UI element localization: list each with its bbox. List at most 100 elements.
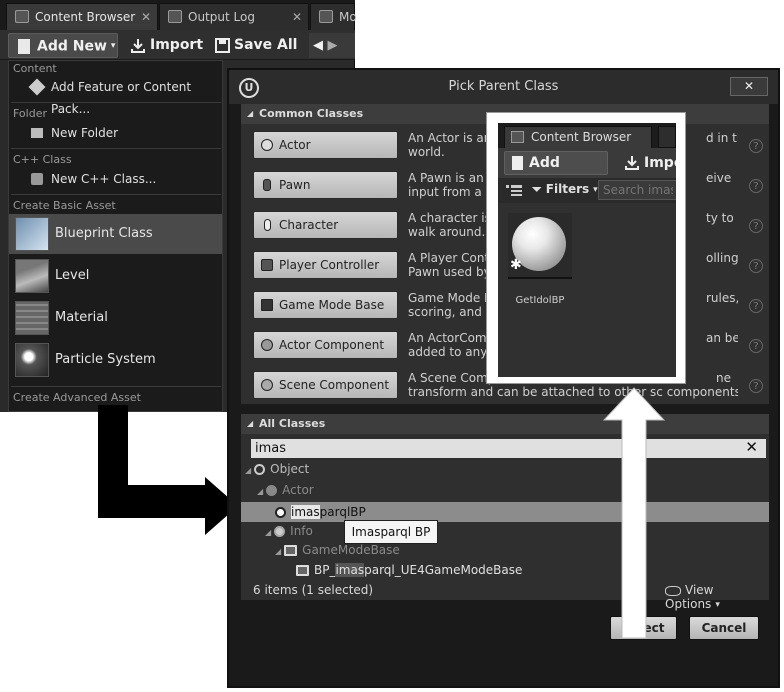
class-label: Game Mode Base [279, 298, 385, 312]
cancel-button[interactable]: Cancel [689, 616, 759, 640]
section-advanced-asset: Create Advanced Asset [13, 391, 141, 404]
content-browser-icon [511, 131, 524, 143]
funnel-icon: ⏷ [532, 182, 542, 196]
inset-tab-bar: Content Browser [498, 123, 676, 148]
menu-label: Blueprint Class [55, 226, 153, 241]
add-feature-item[interactable]: Add Feature or Content Pack... [9, 76, 222, 116]
desc-tail: eive [706, 171, 732, 185]
import-button[interactable]: Import [128, 33, 208, 58]
tab-bar: Content Browser ✕ Output Log ✕ Mo [0, 0, 357, 30]
import-label: Impor [644, 155, 676, 171]
asset-name: GetIdolBP [515, 295, 565, 306]
section-folder: Folder [13, 107, 47, 120]
help-icon[interactable]: ? [749, 259, 763, 273]
help-icon[interactable]: ? [749, 299, 763, 313]
tree-node-info[interactable]: ◢ Info [265, 521, 313, 541]
desc-tail: olling a [706, 251, 738, 265]
divider [11, 194, 221, 195]
output-log-icon[interactable] [658, 126, 676, 148]
level-item[interactable]: Level [9, 256, 222, 296]
new-cpp-class-item[interactable]: New C++ Class... [9, 168, 222, 190]
particle-system-item[interactable]: Particle System [9, 340, 222, 380]
divider [11, 102, 221, 103]
help-icon[interactable]: ? [749, 379, 763, 393]
scene-component-class-button[interactable]: Scene Component [253, 371, 398, 399]
tree-node-actor[interactable]: ◢ Actor [257, 480, 314, 500]
add-new-label: Add New [37, 38, 107, 55]
player-controller-class-button[interactable]: Player Controller [253, 251, 398, 279]
section-cpp: C++ Class [13, 153, 72, 166]
collapse-triangle-icon: ◢ [247, 419, 254, 428]
dialog-close-button[interactable]: ✕ [730, 77, 768, 96]
pawn-class-button[interactable]: Pawn [253, 171, 398, 199]
tree-node-imasparqlbp[interactable]: imasparqlBP [275, 502, 366, 522]
star-icon: ✱ [510, 257, 522, 273]
close-icon[interactable]: ✕ [141, 4, 151, 30]
close-icon[interactable]: ✕ [292, 4, 302, 30]
inset-content-browser: Content Browser Add New▾ Impor ⏷ Filters… [498, 123, 676, 377]
view-options-button[interactable]: View Options ▾ [665, 583, 769, 611]
chevron-down-icon: ▾ [715, 599, 720, 610]
inset-filter-bar: ⏷ Filters ▾ [498, 178, 676, 203]
menu-label: Particle System [55, 352, 156, 367]
desc-tail: ty to [706, 211, 734, 225]
filters-button[interactable]: ⏷ Filters ▾ [532, 182, 598, 197]
new-document-icon [18, 39, 30, 54]
expand-arrow-icon: ◢ [275, 547, 282, 556]
help-icon[interactable]: ? [749, 219, 763, 233]
class-label: Character [279, 218, 339, 232]
tree-node-object[interactable]: ◢ Object [245, 459, 309, 479]
desc-line: world. [408, 145, 445, 159]
node-label: BP_ [314, 563, 336, 577]
import-button[interactable]: Impor [624, 151, 676, 175]
tab-label: Content Browser [531, 130, 632, 144]
menu-label: New C++ Class... [51, 172, 157, 186]
tab-modes[interactable]: Mo [310, 3, 357, 30]
clear-search-icon[interactable]: ✕ [745, 438, 758, 457]
info-icon [274, 526, 286, 537]
tree-toggle-icon[interactable] [506, 185, 522, 197]
blueprint-class-item[interactable]: Blueprint Class [9, 214, 222, 254]
folder-icon [31, 128, 43, 138]
tab-output-log[interactable]: Output Log ✕ [159, 3, 309, 30]
actor-class-button[interactable]: Actor [253, 131, 398, 159]
actor-icon [266, 485, 278, 496]
new-folder-item[interactable]: New Folder [9, 122, 222, 144]
tab-label: Mo [339, 10, 357, 24]
divider [11, 148, 221, 149]
player-controller-icon [261, 259, 273, 271]
game-mode-base-class-button[interactable]: Game Mode Base [253, 291, 398, 319]
tab-content-browser[interactable]: Content Browser [504, 126, 652, 148]
pawn-icon [263, 179, 271, 191]
tab-content-browser[interactable]: Content Browser ✕ [6, 3, 158, 30]
save-all-button[interactable]: Save All [213, 33, 303, 58]
up-arrow-icon [602, 387, 666, 639]
class-label: Actor Component [279, 338, 385, 352]
add-new-button[interactable]: Add New▾ [8, 33, 118, 58]
actor-component-icon [261, 339, 273, 351]
history-nav: ◀ ▶ [309, 33, 355, 58]
asset-search-input[interactable] [598, 180, 676, 200]
back-arrow-icon[interactable]: ◀ [313, 38, 323, 53]
dialog-titlebar: U Pick Parent Class ✕ [229, 70, 778, 104]
actor-component-class-button[interactable]: Actor Component [253, 331, 398, 359]
asset-thumbnail[interactable]: ✱ [508, 213, 572, 279]
match-highlight: imas [291, 505, 320, 519]
particle-system-icon [15, 343, 49, 377]
material-item[interactable]: Material [9, 298, 222, 338]
help-icon[interactable]: ? [749, 339, 763, 353]
help-icon[interactable]: ? [749, 179, 763, 193]
desc-line: scoring, and ot [408, 305, 498, 319]
class-search-input[interactable]: imas ✕ [251, 438, 766, 458]
desc-tail: rules, [706, 291, 738, 305]
help-icon[interactable]: ? [749, 139, 763, 153]
filters-label: Filters [545, 182, 590, 196]
section-content: Content [13, 62, 57, 75]
all-classes-header[interactable]: ◢ All Classes [241, 414, 769, 434]
forward-arrow-icon[interactable]: ▶ [328, 38, 338, 53]
level-icon [15, 259, 49, 293]
tree-node-bp-gamemode[interactable]: BP_imasparql_UE4GameModeBase [296, 560, 522, 580]
character-class-button[interactable]: Character [253, 211, 398, 239]
content-toolbar: Add New ▾ Import Save All ◀ ▶ [0, 30, 355, 60]
add-new-button[interactable]: Add New▾ [504, 151, 608, 193]
